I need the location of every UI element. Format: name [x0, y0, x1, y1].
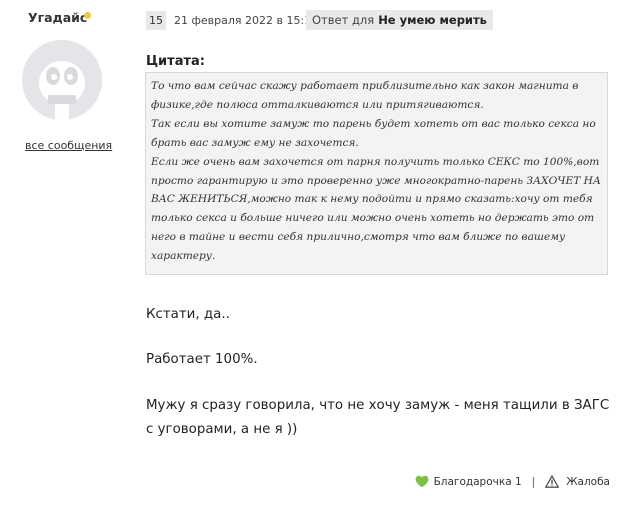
- quote-title: Цитата:: [146, 54, 205, 69]
- complaint-button[interactable]: Жалоба: [545, 475, 610, 488]
- default-avatar-icon: [22, 40, 102, 120]
- thanks-label: Благодарочка 1: [433, 475, 522, 488]
- thanks-button[interactable]: Благодарочка 1: [415, 475, 522, 488]
- post-paragraph: Кстати, да..: [146, 307, 230, 322]
- avatar[interactable]: [22, 40, 102, 120]
- post-number[interactable]: 15: [146, 11, 166, 30]
- reply-prefix: Ответ для: [312, 13, 375, 27]
- post-footer: Благодарочка 1 | Жалоба: [415, 475, 610, 488]
- reply-to-badge[interactable]: Ответ для Не умею мерить: [306, 10, 493, 30]
- quote-line: физике,где полюса отталкиваются или прит…: [151, 98, 484, 111]
- post-paragraph: с уговорами, а не я )): [146, 422, 298, 437]
- online-status-dot: [84, 12, 91, 19]
- post-paragraph: Работает 100%.: [146, 352, 258, 367]
- quote-line: него в тайне и вести себя прилично,смотр…: [151, 231, 566, 244]
- all-posts-link[interactable]: все сообщения: [25, 139, 112, 152]
- quote-line: просто гарантирую и это проверенно уже м…: [151, 174, 601, 187]
- author-name[interactable]: Угадайс: [28, 10, 87, 25]
- heart-icon: [415, 475, 428, 488]
- quote-line: То что вам сейчас скажу работает приблиз…: [151, 80, 579, 92]
- quote-line: Если же очень вам захочется от парня пол…: [151, 155, 600, 168]
- complaint-label: Жалоба: [566, 475, 610, 488]
- quote-block: То что вам сейчас скажу работает приблиз…: [145, 72, 608, 275]
- quote-line: характеру.: [151, 250, 216, 263]
- reply-to-name[interactable]: Не умею мерить: [378, 13, 487, 27]
- quote-line: Так если вы хотите замуж то парень будет…: [151, 117, 596, 130]
- post-paragraph: Мужу я сразу говорила, что не хочу замуж…: [146, 398, 610, 413]
- post-date: 21 февраля 2022 в 15:12: [174, 14, 319, 27]
- footer-separator: |: [531, 475, 536, 488]
- quote-line: брать вас замуж ему не захочется.: [151, 136, 359, 149]
- quote-line: только секса и больше ничего или можно о…: [151, 212, 595, 225]
- quote-line: ВАС ЖЕНИТЬСЯ,можно так к нему подойти и …: [151, 193, 593, 206]
- warning-icon: [545, 475, 560, 488]
